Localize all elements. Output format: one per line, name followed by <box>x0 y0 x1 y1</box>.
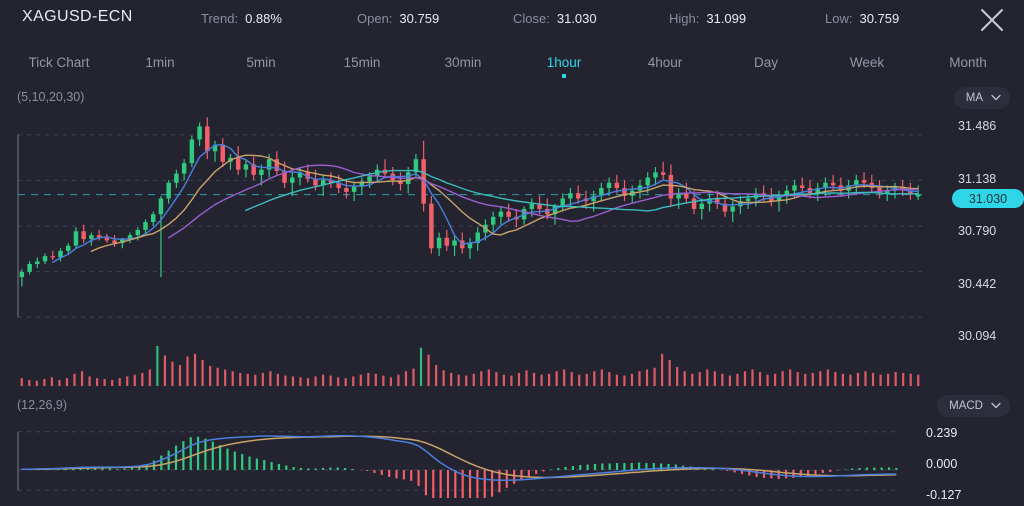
candle-group <box>19 117 921 287</box>
tab-label: 30min <box>444 54 482 70</box>
close-icon[interactable] <box>978 6 1006 34</box>
tab-week[interactable]: Week <box>817 42 917 82</box>
macd-indicator-dropdown[interactable]: MACD <box>937 395 1010 417</box>
tab-4hour[interactable]: 4hour <box>615 42 715 82</box>
price-axis-label: 31.486 <box>958 119 997 133</box>
tab-15min[interactable]: 15min <box>312 42 412 82</box>
tab-active-indicator <box>562 74 566 78</box>
macd-axis-label: 0.239 <box>926 426 958 440</box>
current-price-badge: 31.030 <box>952 189 1024 208</box>
price-candlestick-chart[interactable] <box>0 112 930 340</box>
price-axis-label: 31.138 <box>958 172 997 186</box>
volume-chart[interactable] <box>0 340 930 388</box>
stat-open: Open: 30.759 <box>357 11 439 26</box>
stat-open-label: Open: <box>357 11 393 26</box>
symbol-title: XAGUSD-ECN <box>22 8 133 25</box>
tab-label: Week <box>849 54 885 70</box>
chevron-down-icon <box>991 92 1001 104</box>
chevron-down-icon <box>991 400 1001 412</box>
stat-close: Close: 31.030 <box>513 11 597 26</box>
tab-label: 1hour <box>546 54 582 70</box>
chart-header: XAGUSD-ECN Trend: 0.88% Open: 30.759 Close… <box>0 0 1024 40</box>
stat-low-label: Low: <box>825 11 853 26</box>
tab-day[interactable]: Day <box>716 42 816 82</box>
price-axis-label: 30.442 <box>958 277 997 291</box>
tab-5min[interactable]: 5min <box>211 42 311 82</box>
tab-tick-chart[interactable]: Tick Chart <box>9 42 109 82</box>
stat-high-value: 31.099 <box>706 11 747 26</box>
stat-trend: Trend: 0.88% <box>201 11 282 26</box>
stat-trend-label: Trend: <box>201 11 239 26</box>
timeframe-tabs: Tick Chart 1min 5min 15min 30min 1hour 4hour Da… <box>0 42 1024 82</box>
tab-30min[interactable]: 30min <box>413 42 513 82</box>
price-axis-label: 30.094 <box>958 329 997 343</box>
stat-trend-value: 0.88% <box>245 11 282 26</box>
tab-label: 15min <box>343 54 381 70</box>
stat-close-label: Close: <box>513 11 550 26</box>
stat-low-value: 30.759 <box>859 11 900 26</box>
tab-label: 1min <box>145 54 175 70</box>
stat-high-label: High: <box>669 11 700 26</box>
ma-params-label: (5,10,20,30) <box>17 90 85 104</box>
tab-1hour[interactable]: 1hour <box>514 42 614 82</box>
stat-close-value: 31.030 <box>556 11 597 26</box>
stat-open-value: 30.759 <box>399 11 440 26</box>
tab-label: Month <box>949 54 987 70</box>
ma-pill-label: MA <box>965 92 983 104</box>
ma-indicator-dropdown[interactable]: MA <box>953 87 1010 109</box>
macd-axis-label: 0.000 <box>926 457 958 471</box>
tab-1min[interactable]: 1min <box>110 42 210 82</box>
macd-axis: 0.239 0.000 -0.127 <box>906 424 1024 506</box>
tab-label: 5min <box>246 54 276 70</box>
stat-high: High: 31.099 <box>669 11 746 26</box>
tab-label: Day <box>753 54 778 70</box>
price-axis: 31.486 31.138 30.790 30.442 30.094 31.030 <box>930 112 1024 343</box>
macd-chart[interactable] <box>0 424 906 498</box>
macd-params-label: (12,26,9) <box>17 398 68 412</box>
macd-pill-label: MACD <box>949 400 983 412</box>
stat-low: Low: 30.759 <box>825 11 899 26</box>
price-axis-label: 30.790 <box>958 224 997 238</box>
trading-chart-window: XAGUSD-ECN Trend: 0.88% Open: 30.759 Close… <box>0 0 1024 506</box>
tab-label: 4hour <box>647 54 683 70</box>
macd-axis-label: -0.127 <box>926 488 962 502</box>
tab-month[interactable]: Month <box>918 42 1018 82</box>
tab-label: Tick Chart <box>28 54 90 70</box>
